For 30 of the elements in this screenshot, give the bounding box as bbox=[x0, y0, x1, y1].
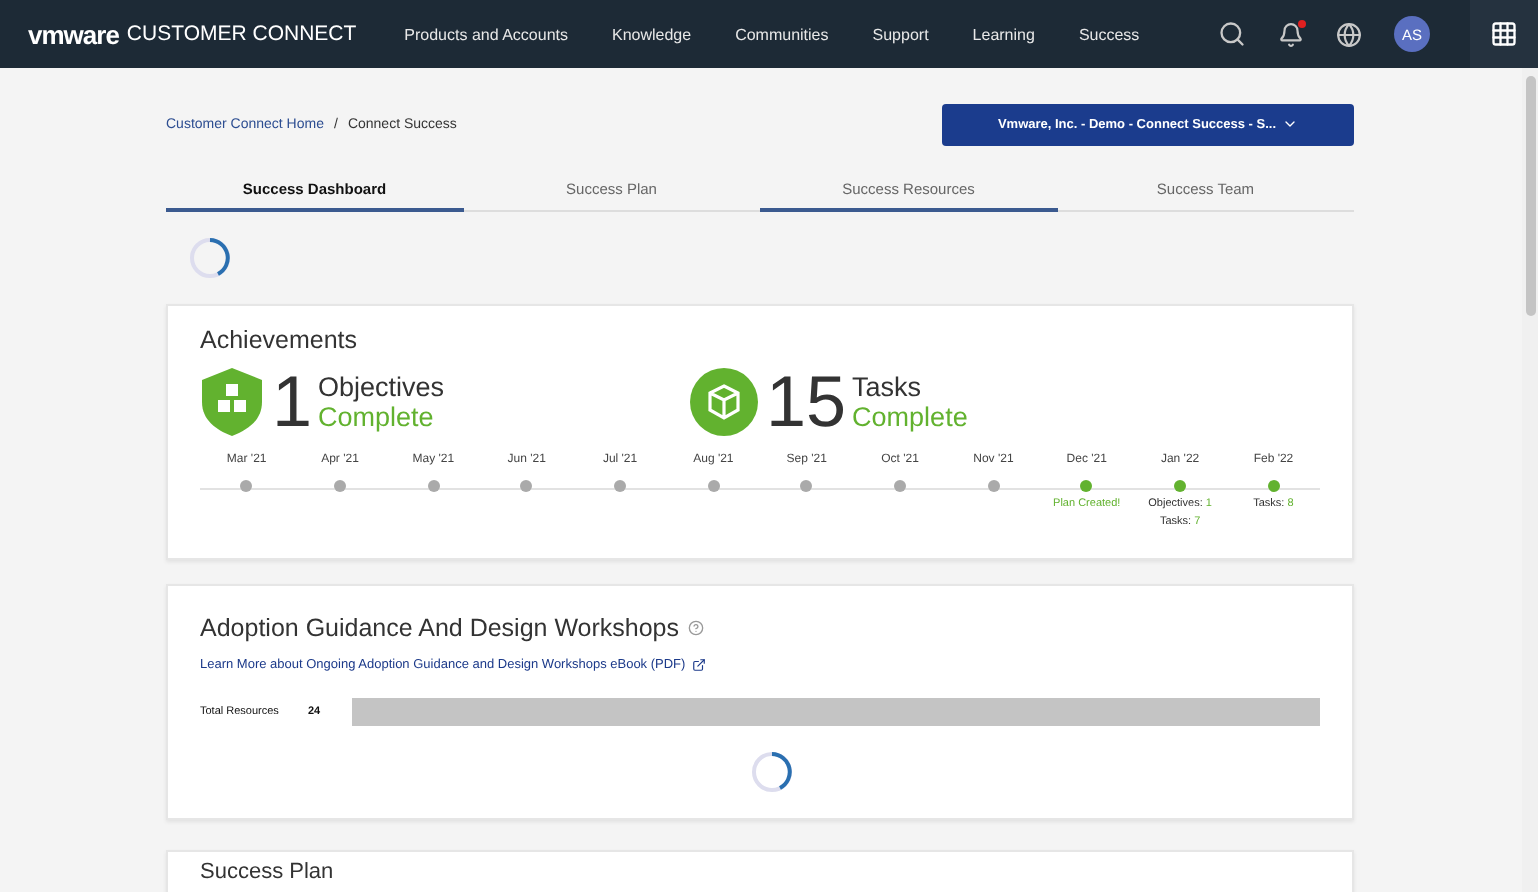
external-link-icon bbox=[691, 658, 706, 672]
nav-link[interactable]: Learning bbox=[972, 25, 1035, 43]
stat-count: 1 bbox=[272, 366, 313, 438]
card-title: Adoption Guidance And Design Workshops bbox=[200, 614, 680, 642]
cube-badge-icon bbox=[690, 368, 758, 436]
product-name: CUSTOMER CONNECT bbox=[126, 22, 357, 46]
search-icon[interactable] bbox=[1218, 20, 1246, 48]
nav-link[interactable]: Communities bbox=[735, 25, 829, 43]
app-grid-button[interactable] bbox=[1470, 0, 1538, 68]
help-icon[interactable] bbox=[687, 620, 704, 636]
nav-link[interactable]: Support bbox=[872, 25, 929, 43]
globe-icon[interactable] bbox=[1336, 21, 1362, 47]
nav-link[interactable]: Success bbox=[1078, 25, 1140, 43]
grid-icon bbox=[1490, 20, 1518, 48]
loading-spinner-icon bbox=[188, 236, 232, 280]
stat-status: Complete bbox=[318, 402, 436, 432]
stat-status: Complete bbox=[852, 402, 968, 432]
stat-label: Objectives bbox=[318, 372, 445, 402]
card-title: Achievements bbox=[200, 326, 360, 354]
shield-badge-icon bbox=[200, 366, 264, 438]
scrollbar[interactable] bbox=[1522, 68, 1538, 892]
notification-bell-icon[interactable] bbox=[1278, 21, 1304, 47]
nav-link[interactable]: Products and Accounts bbox=[404, 25, 568, 43]
stat-label: Tasks bbox=[852, 372, 924, 402]
loading-spinner-icon bbox=[749, 750, 793, 794]
card-title: Success Plan bbox=[200, 860, 336, 884]
brand-logo[interactable]: vmware bbox=[28, 19, 119, 49]
chevron-down-icon bbox=[1282, 116, 1299, 132]
nav-link[interactable]: Knowledge bbox=[611, 25, 692, 43]
stat-count: 15 bbox=[766, 366, 847, 438]
